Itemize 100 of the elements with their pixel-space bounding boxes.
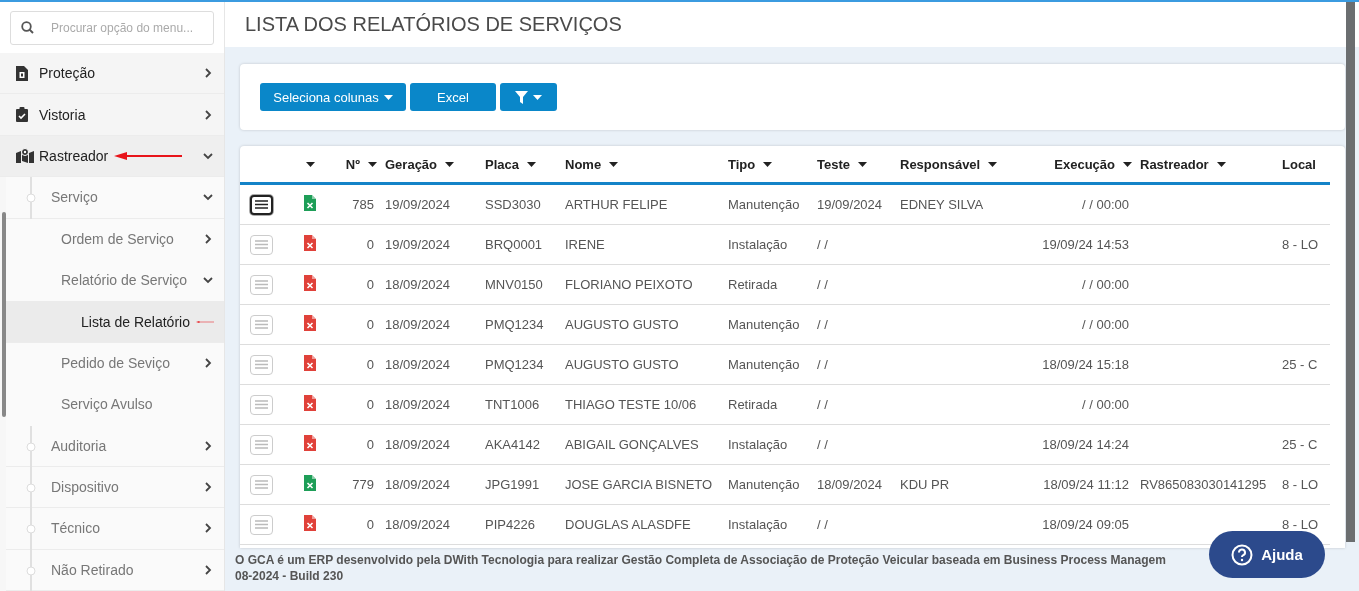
table-cell: 0 [366, 237, 374, 252]
table-cell: 18/09/2024 [385, 397, 451, 412]
table-cell: / / 00:00 [1082, 317, 1129, 332]
chevron-right-icon[interactable] [202, 522, 214, 535]
table-cell: Manutenção [728, 317, 800, 332]
table-cell: / / [817, 397, 828, 412]
column-header[interactable]: Local [1282, 156, 1316, 172]
table-cell: / / 00:00 [1082, 397, 1129, 412]
table-cell: 18/09/24 09:05 [1042, 517, 1129, 532]
table-cell: 785 [352, 197, 374, 212]
table-cell: 8 - LO [1282, 517, 1319, 532]
spreadsheet-icon[interactable] [304, 435, 316, 451]
table-cell: / / [817, 277, 828, 292]
caret-icon [527, 161, 536, 167]
table-cell: PMQ1234 [485, 357, 544, 372]
table-cell: 0 [366, 517, 374, 532]
table-cell: 18/09/2024 [385, 277, 451, 292]
menu-item[interactable]: Dispositivo [6, 466, 224, 509]
menu-icon [255, 440, 268, 449]
column-header[interactable]: Responsável [900, 156, 981, 172]
menu-icon [255, 320, 268, 329]
tree-connector-drawing [25, 508, 37, 551]
scrollbar[interactable] [1346, 2, 1355, 542]
chevron-right-icon[interactable] [202, 356, 214, 369]
table-cell: Manutenção [728, 477, 800, 492]
row-menu-button[interactable] [250, 194, 273, 215]
table-cell: 25 - C [1282, 437, 1318, 452]
spreadsheet-icon[interactable] [304, 395, 316, 411]
table-cell: / / [817, 317, 828, 332]
chevron-right-icon[interactable] [202, 563, 214, 576]
column-header[interactable]: Teste [817, 156, 850, 172]
table-cell: ABIGAIL GONÇALVES [565, 437, 699, 452]
menu-item[interactable]: Rastreador [0, 135, 224, 178]
chevron-right-icon[interactable] [202, 67, 214, 80]
document-icon [16, 65, 28, 81]
table-cell: AUGUSTO GUSTO [565, 317, 679, 332]
table-cell: 0 [366, 397, 374, 412]
menu-item[interactable]: Serviço [6, 177, 224, 219]
menu-icon [255, 200, 268, 209]
table-cell: / / [817, 517, 828, 532]
table-cell: BRQ0001 [485, 237, 543, 252]
table-cell: Retirada [728, 397, 778, 412]
table-cell: Retirada [728, 277, 778, 292]
table-cell: Instalação [728, 237, 788, 252]
table-cell: 0 [366, 357, 374, 372]
column-header[interactable]: Execução [1054, 156, 1115, 172]
menu-icon [255, 400, 268, 409]
footer-text: 08-2024 - Build 230 [235, 568, 344, 584]
column-header[interactable]: Rastreador [1140, 156, 1209, 172]
chevron-right-icon[interactable] [202, 232, 214, 245]
table-cell: PMQ1234 [485, 317, 544, 332]
table-cell: TNT1006 [485, 397, 540, 412]
tree-connector-drawing [25, 549, 37, 591]
scrollbar[interactable] [2, 212, 6, 417]
spreadsheet-icon[interactable] [304, 195, 316, 211]
spreadsheet-icon[interactable] [304, 235, 316, 251]
table-cell: AKA4142 [485, 437, 540, 452]
spreadsheet-icon[interactable] [304, 475, 316, 491]
table-cell: 18/09/24 15:18 [1042, 357, 1129, 372]
chevron-right-icon[interactable] [202, 439, 214, 452]
table-cell: FLORIANO PEIXOTO [565, 277, 693, 292]
menu-icon [255, 480, 268, 489]
table-cell: / / [817, 437, 828, 452]
menu-item[interactable]: Técnico [6, 508, 224, 550]
spreadsheet-icon[interactable] [304, 275, 316, 291]
chevron-right-icon[interactable] [202, 108, 214, 121]
menu-item[interactable]: Auditoria [6, 425, 224, 467]
table-cell: / / [817, 357, 828, 372]
map-icon [16, 148, 34, 164]
column-header[interactable]: Nº [345, 156, 360, 172]
column-header[interactable]: Tipo [728, 156, 756, 172]
table-cell: 18/09/2024 [817, 477, 883, 492]
spreadsheet-icon[interactable] [304, 315, 316, 331]
table-cell: SSD3030 [485, 197, 541, 212]
spreadsheet-icon[interactable] [304, 355, 316, 371]
table-cell: 19/09/24 14:53 [1042, 237, 1129, 252]
search-field[interactable]: Procurar opção do menu... [10, 11, 214, 45]
menu-item[interactable]: Lista de Relatório [6, 301, 224, 343]
help-button[interactable]: Ajuda [1209, 531, 1325, 578]
table-cell: / / 00:00 [1082, 197, 1129, 212]
table-cell: 8 - LO [1282, 237, 1319, 252]
annotation-arrow [114, 151, 183, 160]
table-cell: Instalação [728, 517, 788, 532]
caret-icon [305, 161, 315, 167]
table-cell: 19/09/2024 [385, 197, 451, 212]
tree-connector-drawing [25, 466, 37, 509]
chevron-right-icon[interactable] [202, 481, 214, 494]
column-header[interactable]: Nome [565, 156, 602, 172]
clipboard-icon [16, 107, 28, 123]
column-header[interactable]: Placa [485, 156, 519, 172]
caret-icon [763, 161, 773, 167]
excel-button[interactable]: Excel [410, 83, 496, 111]
column-header[interactable]: Geração [385, 156, 438, 172]
columns-button[interactable]: Seleciona colunas [260, 83, 406, 111]
table-cell: 19/09/2024 [385, 237, 451, 252]
menu-item[interactable]: Não Retirado [6, 549, 224, 591]
filter-button[interactable] [500, 83, 557, 111]
table-cell: JOSE GARCIA BISNETO [565, 477, 713, 492]
spreadsheet-icon[interactable] [304, 515, 316, 531]
caret-icon [383, 94, 393, 100]
